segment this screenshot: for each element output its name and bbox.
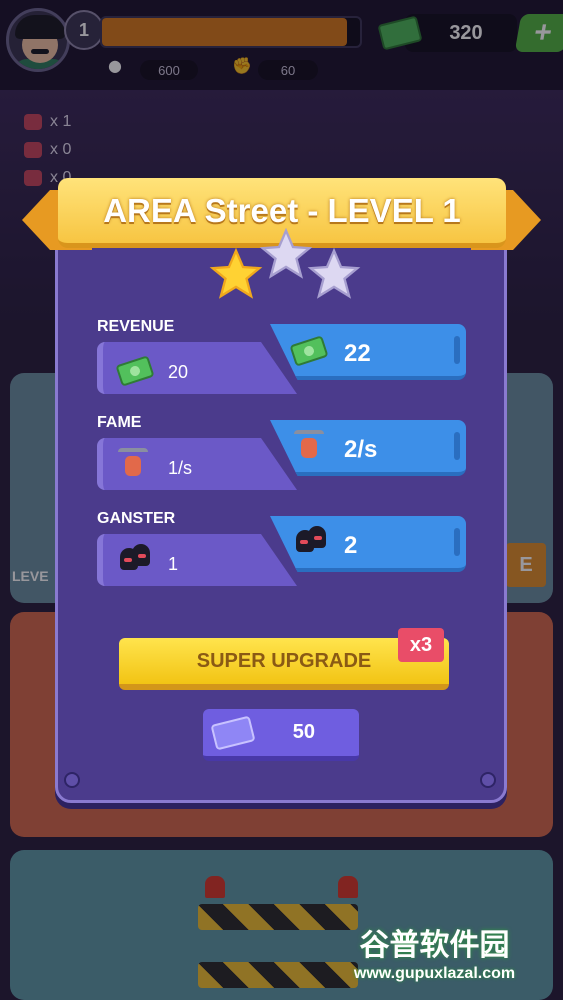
dialog-title: AREA Street - LEVEL 1 xyxy=(103,191,461,229)
multiplier-badge: x3 xyxy=(398,628,444,662)
revenue-next-value: 22 xyxy=(344,340,371,367)
screw-icon xyxy=(480,772,496,788)
fame-current-value: 1/s xyxy=(168,458,193,478)
gangster-next-value: 2 xyxy=(344,532,358,559)
screw-icon xyxy=(64,772,80,788)
fame-next-value: 2/s xyxy=(344,436,378,463)
revenue-label: REVENUE xyxy=(97,318,175,335)
gangster-current-value: 1 xyxy=(168,554,179,574)
gangster-icon xyxy=(294,526,328,554)
watermark-url: www.gupuxlazal.com xyxy=(353,965,516,982)
fist-guns-icon xyxy=(118,448,148,478)
fame-label: FAME xyxy=(97,414,142,431)
watermark-logo: 谷普软件园 xyxy=(359,928,510,963)
gangster-label: GANSTER xyxy=(97,510,176,527)
star-icon-filled xyxy=(208,246,264,302)
fist-guns-icon xyxy=(294,430,324,460)
revenue-current-value: 20 xyxy=(168,362,189,382)
gangster-icon xyxy=(118,544,152,572)
star-icon-empty xyxy=(306,246,362,302)
